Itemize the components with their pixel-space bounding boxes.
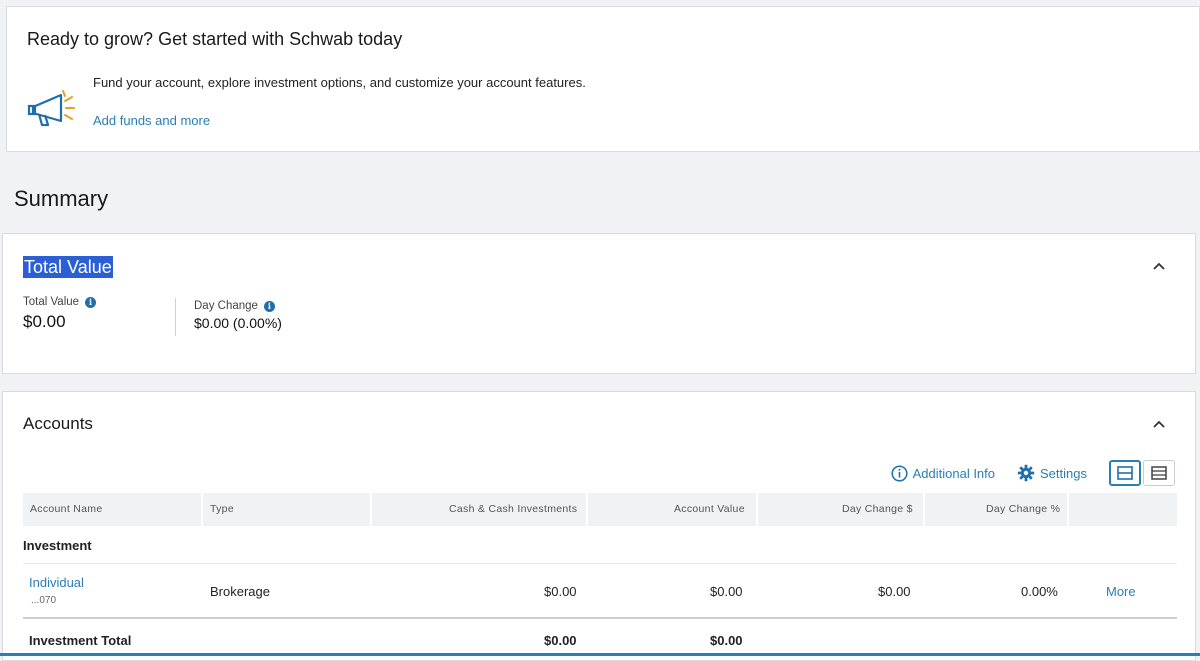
- total-label: Investment Total: [29, 633, 132, 648]
- cash-value: $0.00: [544, 584, 577, 599]
- info-icon[interactable]: i: [263, 300, 275, 312]
- total-value-card-title: Total Value: [23, 256, 113, 278]
- account-type: Brokerage: [210, 584, 270, 599]
- accounts-card: Accounts Additional Info Settings Accoun…: [2, 391, 1196, 661]
- settings-label: Settings: [1040, 465, 1087, 481]
- column-header-cash[interactable]: Cash & Cash Investments: [449, 493, 577, 526]
- promo-title: Ready to grow? Get started with Schwab t…: [27, 29, 403, 49]
- column-header-account-value[interactable]: Account Value: [674, 493, 745, 526]
- column-header-day-change-dollar[interactable]: Day Change $: [842, 493, 913, 526]
- column-header-type[interactable]: Type: [210, 493, 234, 526]
- total-value-card: Total Value Total Value i $0.00 Day Chan…: [2, 233, 1196, 374]
- total-value-label: Total Value: [23, 296, 80, 308]
- total-value-amount: $0.00: [23, 312, 66, 331]
- settings-button[interactable]: Settings: [1017, 464, 1087, 482]
- info-circle-icon: [891, 464, 908, 482]
- table-header: Account Name Type Cash & Cash Investment…: [23, 493, 1177, 526]
- accounts-toolbar: Additional Info Settings: [891, 460, 1175, 486]
- compact-rows-icon: [1151, 466, 1167, 480]
- table-row: Individual ...070 Brokerage $0.00 $0.00 …: [23, 564, 1177, 619]
- day-change-label: Day Change: [194, 300, 258, 312]
- megaphone-icon: [27, 87, 83, 131]
- add-funds-link[interactable]: Add funds and more: [93, 113, 210, 128]
- day-change-dollar: $0.00: [878, 584, 911, 599]
- accounts-card-title: Accounts: [23, 414, 93, 433]
- day-change-percent: 0.00%: [1021, 584, 1058, 599]
- chevron-up-icon: [1153, 420, 1165, 428]
- day-change-block: Day Change i $0.00 (0.00%): [194, 300, 282, 331]
- gear-icon: [1017, 464, 1035, 482]
- account-number: ...070: [31, 595, 57, 606]
- accounts-table: Account Name Type Cash & Cash Investment…: [23, 493, 1177, 659]
- collapse-total-value-button[interactable]: [1149, 256, 1169, 276]
- total-value: $0.00: [710, 633, 743, 648]
- expanded-rows-icon: [1117, 466, 1133, 480]
- promo-description: Fund your account, explore investment op…: [93, 75, 586, 90]
- additional-info-button[interactable]: Additional Info: [891, 464, 996, 482]
- view-toggle: [1109, 460, 1175, 486]
- compact-view-button[interactable]: [1143, 460, 1175, 486]
- column-header-day-change-percent[interactable]: Day Change %: [986, 493, 1060, 526]
- info-icon[interactable]: i: [85, 296, 97, 308]
- account-value: $0.00: [710, 584, 743, 599]
- additional-info-label: Additional Info: [912, 465, 996, 481]
- chevron-up-icon: [1153, 262, 1165, 270]
- promo-banner: Ready to grow? Get started with Schwab t…: [6, 6, 1200, 152]
- total-cash: $0.00: [544, 633, 577, 648]
- divider: [175, 298, 176, 336]
- collapse-accounts-button[interactable]: [1149, 414, 1169, 434]
- more-link[interactable]: More: [1106, 584, 1136, 599]
- page-title: Summary: [14, 186, 109, 211]
- total-value-block: Total Value i $0.00: [23, 296, 97, 332]
- account-name-link[interactable]: Individual: [29, 575, 84, 590]
- group-label: Investment: [23, 538, 92, 553]
- column-header-account-name[interactable]: Account Name: [30, 493, 102, 526]
- group-row: Investment: [23, 526, 1177, 564]
- day-change-amount: $0.00 (0.00%): [194, 315, 282, 331]
- expanded-view-button[interactable]: [1109, 460, 1141, 486]
